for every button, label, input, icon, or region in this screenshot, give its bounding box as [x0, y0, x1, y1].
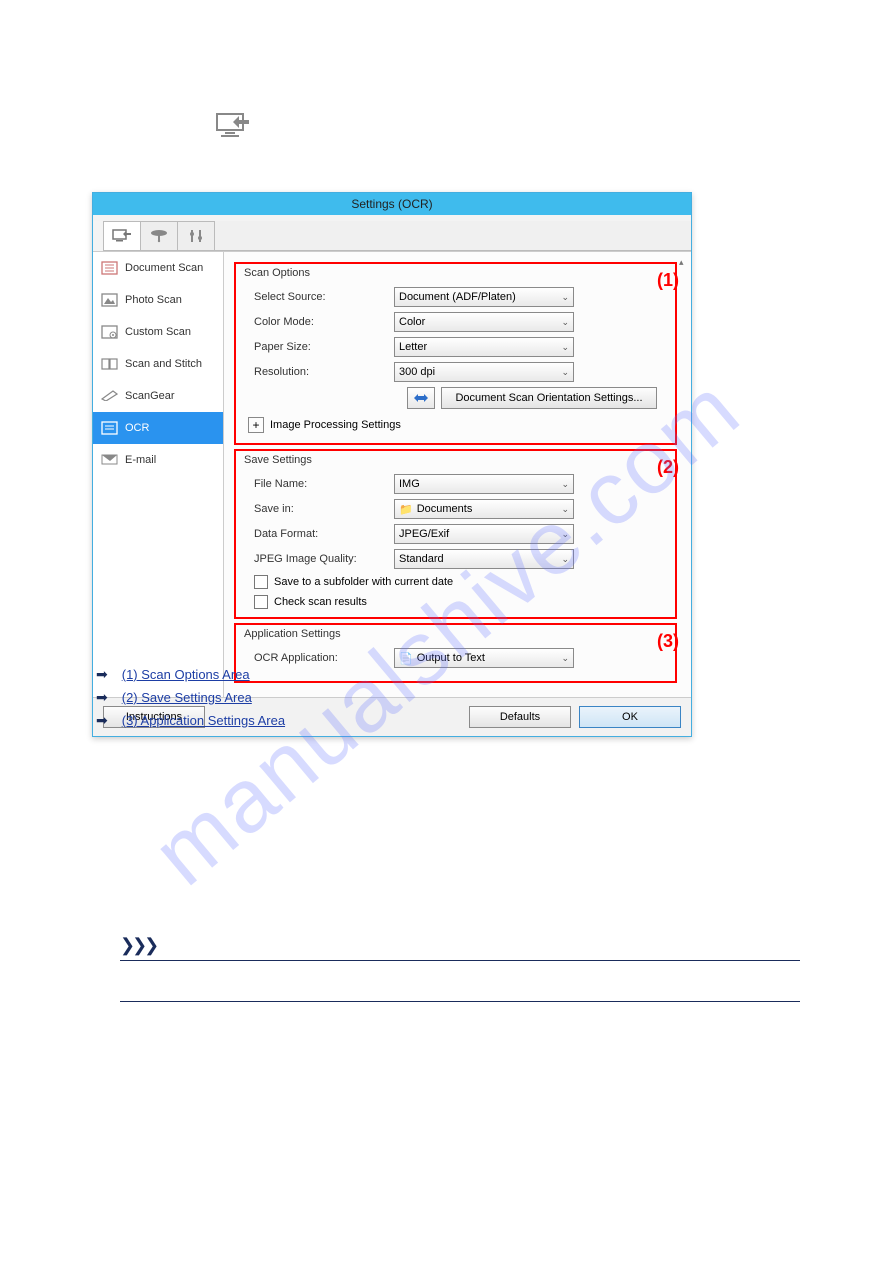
chevron-down-icon: ⌄ — [561, 479, 569, 490]
chevron-down-icon: ⌄ — [561, 653, 569, 664]
select-source-label: Select Source: — [254, 291, 394, 303]
sidebar-item-label: OCR — [125, 422, 149, 434]
custom-scan-icon — [101, 325, 117, 339]
scan-stitch-icon — [101, 357, 117, 371]
data-format-combo[interactable]: JPEG/Exif⌄ — [394, 524, 574, 544]
ocr-application-combo[interactable]: 📄Output to Text ⌄ — [394, 648, 574, 668]
chevron-down-icon: ⌄ — [561, 342, 569, 353]
link-scan-options[interactable]: (1) Scan Options Area — [122, 667, 250, 682]
note-marker-icon: ❯❯❯ — [120, 935, 800, 956]
chevron-down-icon: ⌄ — [561, 367, 569, 378]
resolution-label: Resolution: — [254, 366, 394, 378]
chevron-down-icon: ⌄ — [561, 292, 569, 303]
ok-button[interactable]: OK — [579, 706, 681, 728]
sidebar: Document Scan Photo Scan Custom Scan Sca… — [93, 252, 224, 697]
scan-options-title: Scan Options — [244, 267, 667, 279]
settings-dialog: Settings (OCR) — [92, 192, 692, 737]
expand-image-processing[interactable]: + — [248, 417, 264, 433]
sidebar-item-label: Photo Scan — [125, 294, 182, 306]
subfolder-label: Save to a subfolder with current date — [274, 576, 453, 588]
link-save-settings[interactable]: (2) Save Settings Area — [122, 690, 252, 705]
save-settings-title: Save Settings — [244, 454, 667, 466]
tab-scan-from-computer[interactable] — [103, 221, 141, 250]
sidebar-item-email[interactable]: E-mail — [93, 444, 223, 476]
color-mode-label: Color Mode: — [254, 316, 394, 328]
sidebar-item-label: Document Scan — [125, 262, 203, 274]
subfolder-checkbox[interactable] — [254, 575, 268, 589]
color-mode-combo[interactable]: Color⌄ — [394, 312, 574, 332]
application-settings-group: (3) Application Settings OCR Application… — [234, 623, 677, 683]
photo-scan-icon — [101, 293, 117, 307]
sidebar-item-custom-scan[interactable]: Custom Scan — [93, 316, 223, 348]
paper-size-combo[interactable]: Letter⌄ — [394, 337, 574, 357]
file-name-combo[interactable]: IMG⌄ — [394, 474, 574, 494]
email-icon — [101, 453, 117, 467]
arrow-bullet-icon: ➡ — [96, 666, 108, 683]
note-divider-top — [120, 960, 800, 961]
folder-icon: 📁 — [399, 503, 413, 516]
file-name-label: File Name: — [254, 478, 394, 490]
chevron-down-icon: ⌄ — [561, 317, 569, 328]
check-results-label: Check scan results — [274, 596, 367, 608]
sidebar-item-document-scan[interactable]: Document Scan — [93, 252, 223, 284]
scan-options-group: (1) Scan Options Select Source: Document… — [234, 262, 677, 445]
two-sided-icon-button[interactable] — [407, 387, 435, 409]
link-application-settings[interactable]: (3) Application Settings Area — [122, 713, 285, 728]
data-format-label: Data Format: — [254, 528, 394, 540]
image-processing-label: Image Processing Settings — [270, 419, 401, 431]
monitor-arrow-lead-icon — [215, 110, 253, 143]
sidebar-item-scangear[interactable]: ScanGear — [93, 380, 223, 412]
resolution-combo[interactable]: 300 dpi⌄ — [394, 362, 574, 382]
save-in-label: Save in: — [254, 503, 394, 515]
scangear-icon — [101, 389, 117, 403]
jpeg-quality-combo[interactable]: Standard⌄ — [394, 549, 574, 569]
chevron-down-icon: ⌄ — [561, 504, 569, 515]
jpeg-quality-label: JPEG Image Quality: — [254, 553, 394, 565]
application-settings-title: Application Settings — [244, 628, 667, 640]
ocr-icon — [101, 421, 117, 435]
select-source-combo[interactable]: Document (ADF/Platen)⌄ — [394, 287, 574, 307]
chevron-down-icon: ⌄ — [561, 529, 569, 540]
sidebar-item-ocr[interactable]: OCR — [93, 412, 223, 444]
dialog-title: Settings (OCR) — [93, 193, 691, 215]
sidebar-item-label: Custom Scan — [125, 326, 191, 338]
tab-scan-from-panel[interactable] — [140, 221, 178, 250]
sidebar-item-label: Scan and Stitch — [125, 358, 202, 370]
settings-content: ▴ (1) Scan Options Select Source: Docume… — [224, 252, 691, 697]
chevron-down-icon: ⌄ — [561, 554, 569, 565]
document-scan-icon — [101, 261, 117, 275]
sidebar-item-label: ScanGear — [125, 390, 175, 402]
save-settings-group: (2) Save Settings File Name: IMG⌄ Save i… — [234, 449, 677, 619]
text-app-icon: 📄 — [399, 652, 413, 665]
scrollbar-up[interactable]: ▴ — [679, 256, 689, 268]
orientation-settings-button[interactable]: Document Scan Orientation Settings... — [441, 387, 657, 409]
note-divider-bottom — [120, 1001, 800, 1002]
check-results-checkbox[interactable] — [254, 595, 268, 609]
arrow-bullet-icon: ➡ — [96, 689, 108, 706]
tab-general-settings[interactable] — [177, 221, 215, 250]
defaults-button[interactable]: Defaults — [469, 706, 571, 728]
paper-size-label: Paper Size: — [254, 341, 394, 353]
save-in-combo[interactable]: 📁Documents ⌄ — [394, 499, 574, 519]
sidebar-item-label: E-mail — [125, 454, 156, 466]
top-tabs — [103, 221, 691, 251]
section-links: ➡ (1) Scan Options Area ➡ (2) Save Setti… — [96, 660, 285, 735]
sidebar-item-scan-stitch[interactable]: Scan and Stitch — [93, 348, 223, 380]
sidebar-item-photo-scan[interactable]: Photo Scan — [93, 284, 223, 316]
note-block: ❯❯❯ — [120, 935, 800, 1002]
arrow-bullet-icon: ➡ — [96, 712, 108, 729]
page-root: manualshive.com Settings (OCR) — [0, 0, 893, 1263]
